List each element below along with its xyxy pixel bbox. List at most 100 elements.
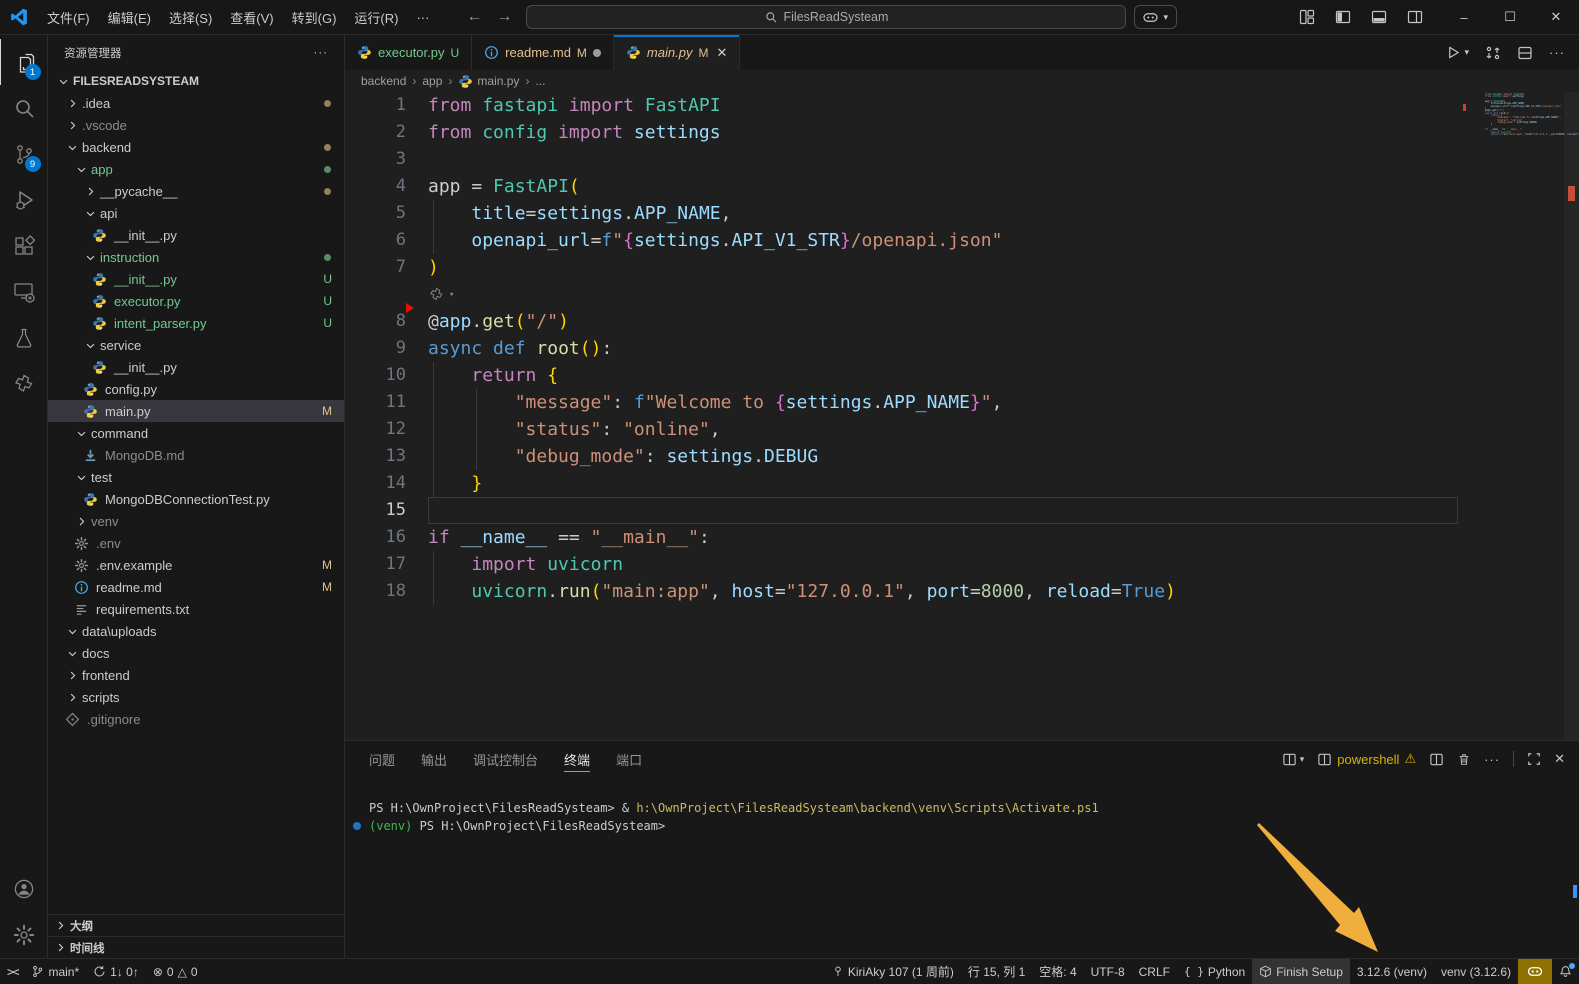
more-actions-icon[interactable]: ··· — [1549, 45, 1565, 60]
panel-tab-输出[interactable]: 输出 — [421, 741, 447, 777]
tree-item-.vscode[interactable]: .vscode — [48, 114, 344, 136]
tree-item-docs[interactable]: docs — [48, 642, 344, 664]
inline-chat-widget[interactable]: ▾ — [345, 281, 1579, 308]
tree-item-executor.py[interactable]: executor.pyU — [48, 290, 344, 312]
status-python-version[interactable]: 3.12.6 (venv) — [1350, 959, 1434, 984]
manage-settings-icon[interactable] — [0, 912, 48, 958]
tree-item-__init__.py[interactable]: __init__.pyU — [48, 268, 344, 290]
status-git-branch[interactable]: main* — [24, 959, 86, 984]
status-encoding[interactable]: UTF-8 — [1084, 959, 1132, 984]
activity-source-control-icon[interactable]: 9 — [0, 131, 48, 177]
tab-readme.md[interactable]: readme.mdM — [472, 35, 614, 70]
tree-item-app[interactable]: app — [48, 158, 344, 180]
status-sync[interactable]: 1↓ 0↑ — [86, 959, 146, 984]
dirty-dot-icon[interactable] — [593, 49, 601, 57]
menu-1[interactable]: 编辑(E) — [99, 4, 160, 30]
tree-item-backend[interactable]: backend — [48, 136, 344, 158]
forward-arrow-icon[interactable]: → — [496, 8, 512, 26]
maximize-panel-icon[interactable] — [1527, 752, 1541, 766]
tree-item-.env.example[interactable]: .env.exampleM — [48, 554, 344, 576]
status-eol[interactable]: CRLF — [1132, 959, 1177, 984]
new-terminal-button[interactable]: ▾ — [1282, 752, 1305, 767]
tree-item-scripts[interactable]: scripts — [48, 686, 344, 708]
command-center-search[interactable]: FilesReadSysteam — [526, 5, 1126, 29]
breadcrumb-item-app[interactable]: app — [422, 74, 442, 88]
activity-explorer-icon[interactable]: 1 — [0, 39, 48, 85]
tree-item-.env[interactable]: .env — [48, 532, 344, 554]
tree-item-main.py[interactable]: main.pyM — [48, 400, 344, 422]
customize-layout-icon[interactable] — [1299, 9, 1315, 25]
panel-tab-问题[interactable]: 问题 — [369, 741, 395, 777]
tree-item-MongoDBConnectionTest.py[interactable]: MongoDBConnectionTest.py — [48, 488, 344, 510]
tree-item-__init__.py[interactable]: __init__.py — [48, 224, 344, 246]
tree-item-data-uploads[interactable]: data\uploads — [48, 620, 344, 642]
menu-2[interactable]: 选择(S) — [160, 4, 221, 30]
status-notifications[interactable] — [1552, 959, 1579, 984]
account-icon[interactable] — [0, 866, 48, 912]
menu-0[interactable]: 文件(F) — [38, 4, 99, 30]
panel-tab-调试控制台[interactable]: 调试控制台 — [473, 741, 538, 777]
panel-more-icon[interactable]: ··· — [1484, 752, 1500, 767]
breadcrumb-item-main.py[interactable]: main.py — [458, 74, 519, 89]
trash-icon[interactable] — [1457, 752, 1471, 767]
status-copilot-status[interactable] — [1518, 959, 1552, 984]
status-problems[interactable]: ⊗0△0 — [146, 959, 205, 984]
menu-5[interactable]: 运行(R) — [345, 4, 407, 30]
status-cursor-position[interactable]: 行 15, 列 1 — [961, 959, 1032, 984]
split-editor-icon[interactable] — [1517, 45, 1533, 61]
status-language[interactable]: { }Python — [1177, 959, 1252, 984]
activity-copilot-swirl-icon[interactable] — [0, 361, 48, 407]
tree-item-command[interactable]: command — [48, 422, 344, 444]
tree-item-__pycache__[interactable]: __pycache__ — [48, 180, 344, 202]
copilot-chat-button[interactable]: ▾ — [1134, 5, 1177, 29]
command-decoration-dot[interactable] — [353, 822, 361, 830]
toggle-sidebar-icon[interactable] — [1335, 9, 1351, 25]
tree-item-__init__.py[interactable]: __init__.py — [48, 356, 344, 378]
tree-item-requirements.txt[interactable]: requirements.txt — [48, 598, 344, 620]
sidebar-more-icon[interactable]: ··· — [314, 47, 329, 59]
menu-3[interactable]: 查看(V) — [221, 4, 282, 30]
tree-item-frontend[interactable]: frontend — [48, 664, 344, 686]
activity-testing-icon[interactable] — [0, 315, 48, 361]
status-remote[interactable]: >< — [0, 959, 24, 984]
menu-6[interactable]: ··· — [407, 4, 438, 30]
tree-item-readme.md[interactable]: readme.mdM — [48, 576, 344, 598]
status-venv[interactable]: venv (3.12.6) — [1434, 959, 1518, 984]
activity-remote-explorer-icon[interactable] — [0, 269, 48, 315]
panel-tab-端口[interactable]: 端口 — [616, 741, 642, 777]
minimize-button[interactable]: – — [1441, 0, 1487, 34]
tree-item-venv[interactable]: venv — [48, 510, 344, 532]
breadcrumb-item-...[interactable]: ... — [535, 74, 545, 88]
tree-item-.idea[interactable]: .idea — [48, 92, 344, 114]
terminal-list-entry[interactable]: powershell ⚠ — [1317, 751, 1416, 767]
toggle-secondary-sidebar-icon[interactable] — [1407, 9, 1423, 25]
close-tab-icon[interactable]: ✕ — [716, 45, 727, 61]
open-changes-icon[interactable] — [1485, 45, 1501, 61]
tree-item-config.py[interactable]: config.py — [48, 378, 344, 400]
activity-search-icon[interactable] — [0, 85, 48, 131]
tree-item-instruction[interactable]: instruction — [48, 246, 344, 268]
split-terminal-icon[interactable] — [1429, 752, 1444, 767]
status-indentation[interactable]: 空格: 4 — [1032, 959, 1083, 984]
close-panel-icon[interactable]: ✕ — [1554, 751, 1565, 767]
status-finish-setup[interactable]: Finish Setup — [1252, 959, 1350, 984]
maximize-button[interactable]: ☐ — [1487, 0, 1533, 34]
code-editor[interactable]: 1from fastapi import FastAPI2from config… — [345, 92, 1579, 740]
tree-item-FILESREADSYSTEAM[interactable]: FILESREADSYSTEAM — [48, 70, 344, 92]
tree-item-MongoDB.md[interactable]: MongoDB.md — [48, 444, 344, 466]
tree-item-.gitignore[interactable]: .gitignore — [48, 708, 344, 730]
panel-tab-终端[interactable]: 终端 — [564, 741, 590, 777]
tree-item-test[interactable]: test — [48, 466, 344, 488]
tree-item-api[interactable]: api — [48, 202, 344, 224]
status-blame[interactable]: KiriAky 107 (1 周前) — [825, 959, 961, 984]
activity-run-debug-icon[interactable] — [0, 177, 48, 223]
terminal-output[interactable]: PS H:\OwnProject\FilesReadSysteam> & h:\… — [345, 777, 1579, 958]
activity-extensions-icon[interactable] — [0, 223, 48, 269]
tab-main.py[interactable]: main.pyM✕ — [614, 35, 740, 70]
close-button[interactable]: ✕ — [1533, 0, 1579, 34]
tree-item-service[interactable]: service — [48, 334, 344, 356]
sidebar-section-0[interactable]: 大纲 — [48, 914, 344, 936]
back-arrow-icon[interactable]: ← — [466, 8, 482, 26]
sidebar-section-1[interactable]: 时间线 — [48, 936, 344, 958]
breadcrumb-item-backend[interactable]: backend — [361, 74, 406, 88]
